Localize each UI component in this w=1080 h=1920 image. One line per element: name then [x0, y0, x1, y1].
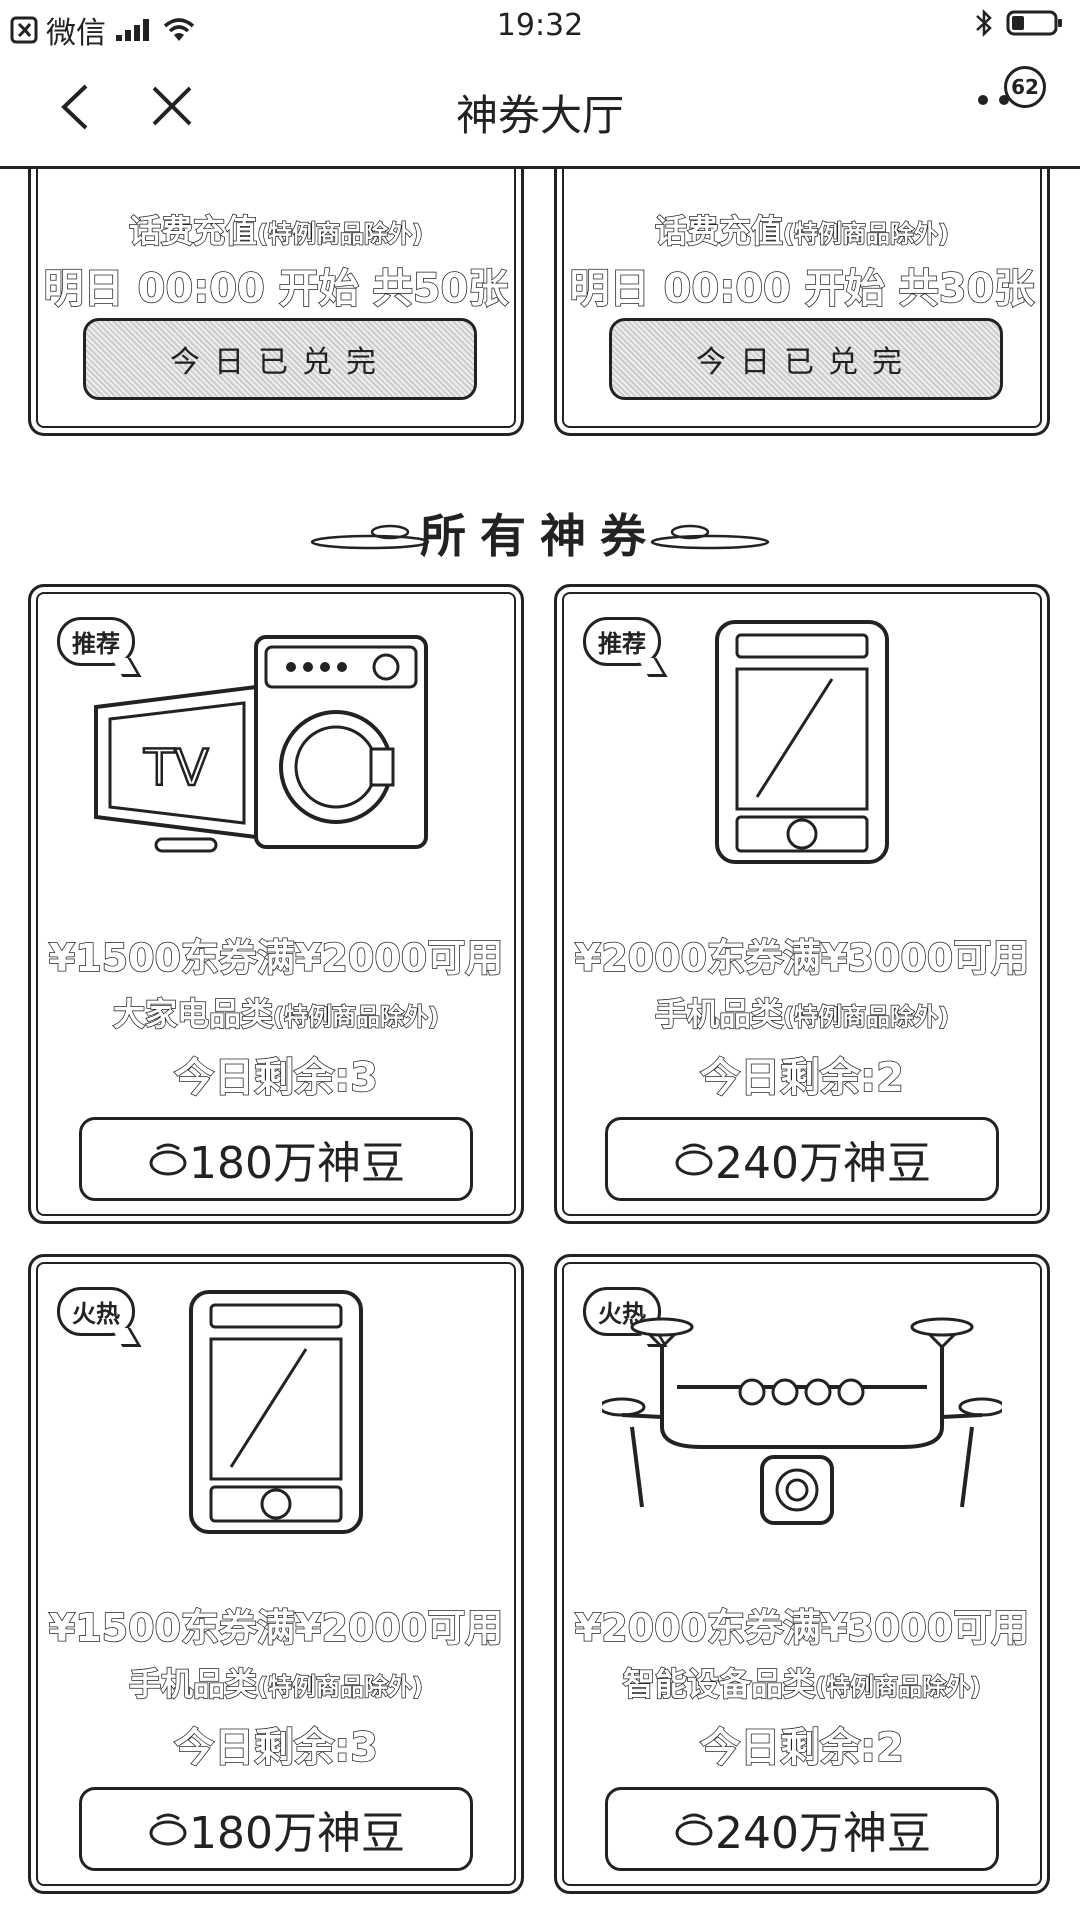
start-info: 明日 00:00 开始 共50张 [43, 265, 509, 313]
price-label: 240万神豆 [715, 1138, 931, 1189]
bean-icon [149, 1813, 187, 1846]
remaining-count: 今日剩余:3 [173, 1054, 378, 1102]
coupon-category: 话费充值(特例商品除外) [654, 211, 949, 251]
tv-label: TV [143, 739, 209, 797]
remaining-count: 今日剩余:2 [699, 1054, 904, 1102]
page-title: 神券大厅 [455, 91, 624, 140]
price-label: 240万神豆 [715, 1808, 931, 1859]
section-deco-right-icon [650, 524, 770, 550]
coupon-value: ¥1500东券满¥2000可用 [48, 935, 504, 981]
bean-icon [675, 1143, 713, 1176]
remaining-count: 今日剩余:2 [699, 1724, 904, 1772]
redeem-button[interactable]: 180万神豆 [79, 1787, 473, 1871]
remaining-count: 今日剩余:3 [173, 1724, 378, 1772]
phone-icon [715, 620, 889, 864]
phone-illustration [557, 617, 1047, 867]
redeem-button[interactable]: 240万神豆 [605, 1117, 999, 1201]
redeem-button[interactable]: 180万神豆 [79, 1117, 473, 1201]
coupon-category: 大家电品类(特例商品除外) [112, 994, 439, 1034]
battery-icon [1006, 10, 1062, 36]
coupon-category: 话费充值(特例商品除外) [128, 211, 423, 251]
price-label: 180万神豆 [189, 1808, 405, 1859]
phone-icon [189, 1290, 363, 1534]
more-button[interactable]: 62 [976, 66, 1046, 111]
start-info: 明日 00:00 开始 共30张 [569, 265, 1035, 313]
coupon-value: ¥1500东券满¥2000可用 [48, 1605, 504, 1651]
bean-icon [675, 1813, 713, 1846]
section-title: 所有神券 [420, 509, 660, 563]
status-right [974, 8, 1064, 38]
status-bar: 微信 19:32 [0, 0, 1080, 52]
notification-badge: 62 [1004, 66, 1046, 108]
coupon-card-3[interactable]: 火热 ¥1500东券满¥2000可用 手机品类(特例商品除外) 今日剩余:3 1… [28, 1254, 524, 1894]
redeem-button[interactable]: 240万神豆 [605, 1787, 999, 1871]
coupon-card-4[interactable]: 火热 ¥2000东券满¥3000可用 智能设备品类(特例商品除外) 今日剩余:2… [554, 1254, 1050, 1894]
coupon-value: ¥2000东券满¥3000可用 [574, 1605, 1030, 1651]
price-label: 180万神豆 [189, 1138, 405, 1189]
coupon-card-1[interactable]: 推荐 TV ¥1500东券满¥2000可用 大家电品类(特例商品除外) 今日剩余… [28, 584, 524, 1224]
drone-illustration [557, 1287, 1047, 1537]
coupon-category: 手机品类(特例商品除外) [654, 994, 949, 1034]
bean-icon [149, 1143, 187, 1176]
drone-icon [602, 1317, 1002, 1525]
coupon-value: ¥2000东券满¥3000可用 [574, 935, 1030, 981]
coupon-category: 智能设备品类(特例商品除外) [622, 1664, 981, 1704]
sold-out-button[interactable]: 今日已兑完 [609, 318, 1003, 400]
appliance-illustration: TV [31, 617, 521, 867]
phone-illustration [31, 1287, 521, 1537]
sold-out-button[interactable]: 今日已兑完 [83, 318, 477, 400]
coupon-card-2[interactable]: 推荐 ¥2000东券满¥3000可用 手机品类(特例商品除外) 今日剩余:2 2… [554, 584, 1050, 1224]
status-time: 19:32 [496, 8, 584, 43]
coupon-category: 手机品类(特例商品除外) [128, 1664, 423, 1704]
nav-bar: 神券大厅 62 [0, 52, 1080, 169]
bluetooth-icon [976, 8, 992, 38]
tv-washer-icon: TV [94, 635, 428, 853]
